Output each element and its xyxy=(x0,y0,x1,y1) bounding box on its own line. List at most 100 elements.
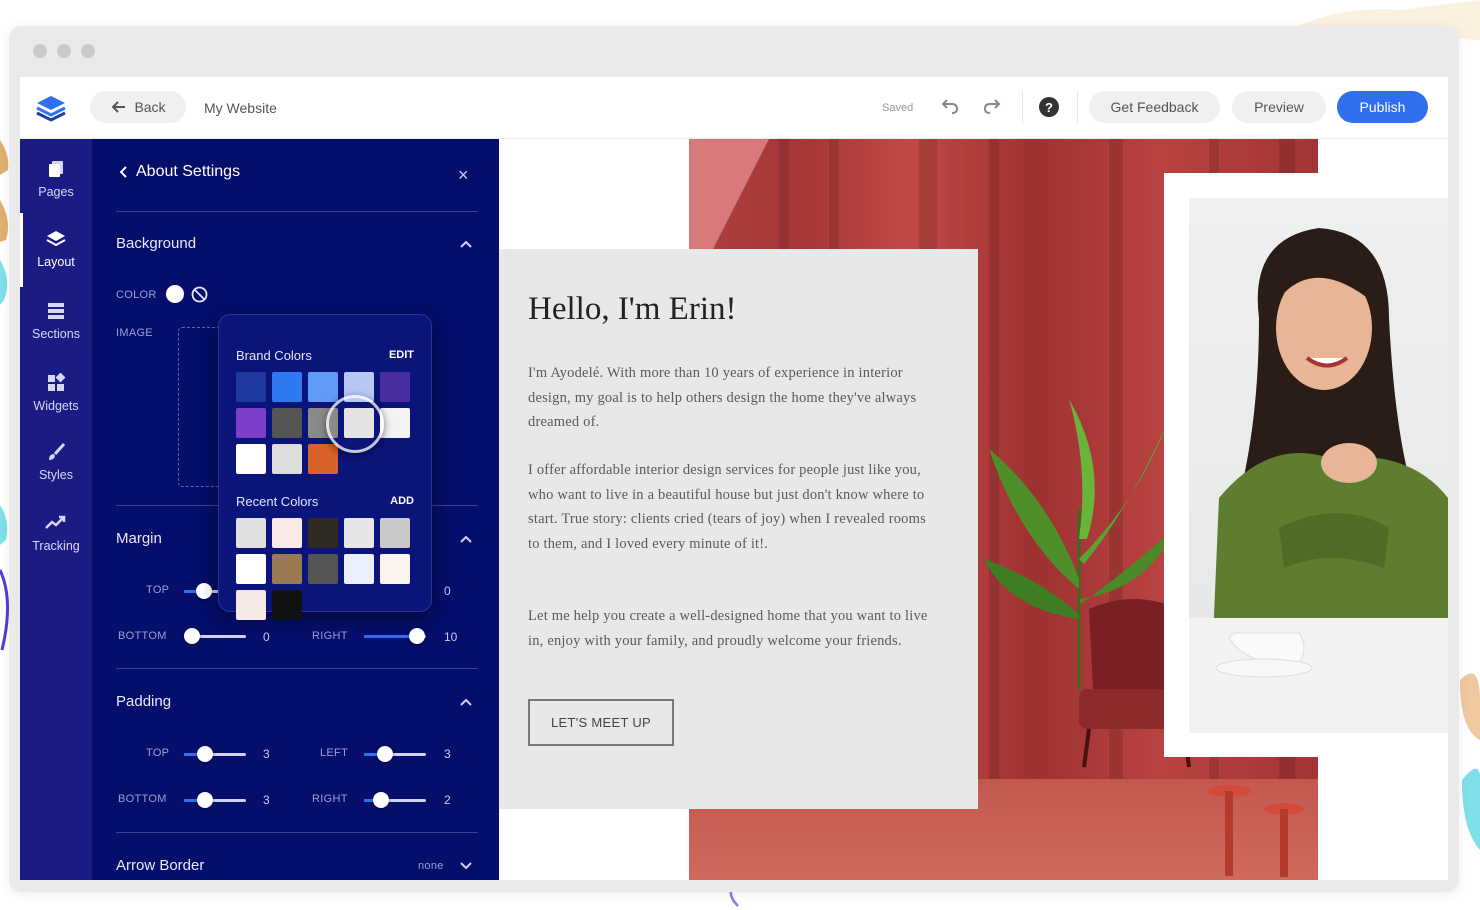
window-dot[interactable] xyxy=(33,44,47,58)
chevron-left-icon xyxy=(120,166,127,178)
padding-bottom-value: 3 xyxy=(263,793,270,807)
chevron-up-icon[interactable] xyxy=(460,698,472,706)
editor-app: Back My Website Saved ? Get Feedback Pre… xyxy=(20,77,1448,880)
color-swatch[interactable] xyxy=(272,444,302,474)
slider-knob[interactable] xyxy=(409,628,425,644)
divider xyxy=(116,832,478,833)
trending-icon xyxy=(45,515,66,529)
sidebar-item-styles[interactable]: Styles xyxy=(20,442,92,502)
sidebar-item-layout[interactable]: Layout xyxy=(20,229,92,289)
undo-icon[interactable] xyxy=(938,98,960,116)
about-paragraph: I offer affordable interior design servi… xyxy=(528,462,926,552)
window-dot[interactable] xyxy=(57,44,71,58)
close-icon[interactable]: × xyxy=(458,165,469,186)
background-section-title[interactable]: Background xyxy=(116,235,196,252)
about-paragraph: I'm Ayodelé. With more than 10 years of … xyxy=(528,365,917,430)
layers-logo-icon[interactable] xyxy=(34,94,68,122)
add-recent-color-button[interactable]: ADD xyxy=(390,495,414,507)
color-swatch[interactable] xyxy=(380,554,410,584)
padding-top-label: TOP xyxy=(146,747,170,759)
slider-knob[interactable] xyxy=(373,792,389,808)
widgets-icon xyxy=(48,373,66,391)
margin-bottom-label: BOTTOM xyxy=(118,630,167,642)
sidebar-item-pages[interactable]: Pages xyxy=(20,159,92,219)
about-text-card: Hello, I'm Erin! I'm Ayodelé. With more … xyxy=(499,249,978,809)
color-picker-popup: Brand Colors EDIT Recent Colors ADD xyxy=(218,314,432,620)
browser-window: Back My Website Saved ? Get Feedback Pre… xyxy=(9,26,1459,892)
chevron-down-icon[interactable] xyxy=(460,862,472,870)
color-swatch[interactable] xyxy=(344,518,374,548)
preview-button[interactable]: Preview xyxy=(1232,91,1326,123)
chevron-up-icon[interactable] xyxy=(460,535,472,543)
get-feedback-button[interactable]: Get Feedback xyxy=(1089,91,1220,123)
sidebar-item-tracking[interactable]: Tracking xyxy=(20,513,92,573)
window-dot[interactable] xyxy=(81,44,95,58)
color-swatch[interactable] xyxy=(236,554,266,584)
color-swatch[interactable] xyxy=(236,444,266,474)
sidebar-item-label: Tracking xyxy=(32,539,80,553)
color-swatch[interactable] xyxy=(380,518,410,548)
website-preview[interactable]: Hello, I'm Erin! I'm Ayodelé. With more … xyxy=(499,139,1448,880)
redo-icon[interactable] xyxy=(982,98,1004,116)
margin-bottom-value: 0 xyxy=(263,630,270,644)
arrow-border-section-title[interactable]: Arrow Border xyxy=(116,857,204,874)
color-swatch-white[interactable] xyxy=(166,285,184,303)
color-swatch[interactable] xyxy=(308,518,338,548)
color-swatch[interactable] xyxy=(236,372,266,402)
slider-knob[interactable] xyxy=(197,746,213,762)
color-swatch[interactable] xyxy=(380,408,410,438)
color-magnifier xyxy=(326,395,384,453)
margin-section-title[interactable]: Margin xyxy=(116,530,162,547)
settings-panel: About Settings × Background COLOR IMAGE … xyxy=(92,139,499,880)
color-swatch[interactable] xyxy=(236,518,266,548)
no-color-icon[interactable] xyxy=(191,286,208,303)
sidebar-item-sections[interactable]: Sections xyxy=(20,301,92,361)
sidebar-item-label: Sections xyxy=(32,327,80,341)
color-swatch[interactable] xyxy=(308,372,338,402)
padding-top-value: 3 xyxy=(263,747,270,761)
slider-knob[interactable] xyxy=(184,628,200,644)
padding-right-label: RIGHT xyxy=(312,793,348,805)
padding-left-label: LEFT xyxy=(320,747,349,759)
slider-knob[interactable] xyxy=(197,792,213,808)
slider-knob[interactable] xyxy=(377,746,393,762)
color-swatch[interactable] xyxy=(272,554,302,584)
color-swatch[interactable] xyxy=(272,590,302,620)
brand-colors-title: Brand Colors xyxy=(236,348,312,363)
chevron-up-icon[interactable] xyxy=(460,240,472,248)
saved-status: Saved xyxy=(882,102,914,114)
padding-section-title[interactable]: Padding xyxy=(116,693,171,710)
color-swatch[interactable] xyxy=(272,408,302,438)
back-button[interactable]: Back xyxy=(90,91,186,123)
color-swatch[interactable] xyxy=(272,372,302,402)
sidebar-item-widgets[interactable]: Widgets xyxy=(20,373,92,433)
divider xyxy=(116,211,478,212)
divider xyxy=(1077,91,1078,123)
about-paragraph: Let me help you create a well-designed h… xyxy=(528,608,928,649)
color-swatch[interactable] xyxy=(308,444,338,474)
color-swatch[interactable] xyxy=(344,554,374,584)
person-illustration xyxy=(1189,228,1448,733)
back-label: Back xyxy=(134,99,166,115)
sidebar-item-label: Layout xyxy=(37,255,75,269)
color-swatch[interactable] xyxy=(272,518,302,548)
layers-icon xyxy=(46,231,66,247)
margin-left-value: 0 xyxy=(444,584,451,598)
site-name[interactable]: My Website xyxy=(204,100,277,116)
arrow-left-icon xyxy=(112,101,126,113)
edit-brand-colors-button[interactable]: EDIT xyxy=(389,349,414,361)
slider-knob[interactable] xyxy=(196,583,212,599)
color-swatch[interactable] xyxy=(236,408,266,438)
sidebar-rail: Pages Layout Sections Widgets Styles Tra… xyxy=(20,139,92,880)
panel-header[interactable]: About Settings xyxy=(120,163,240,181)
margin-right-label: RIGHT xyxy=(312,630,348,642)
lets-meet-up-button[interactable]: LET'S MEET UP xyxy=(528,699,674,746)
arrow-border-value[interactable]: none xyxy=(418,860,444,872)
color-swatch[interactable] xyxy=(236,590,266,620)
margin-top-label: TOP xyxy=(146,584,170,596)
publish-button[interactable]: Publish xyxy=(1337,91,1428,123)
color-swatch[interactable] xyxy=(380,372,410,402)
color-swatch[interactable] xyxy=(308,554,338,584)
help-icon[interactable]: ? xyxy=(1039,97,1059,117)
pages-icon xyxy=(49,161,63,177)
